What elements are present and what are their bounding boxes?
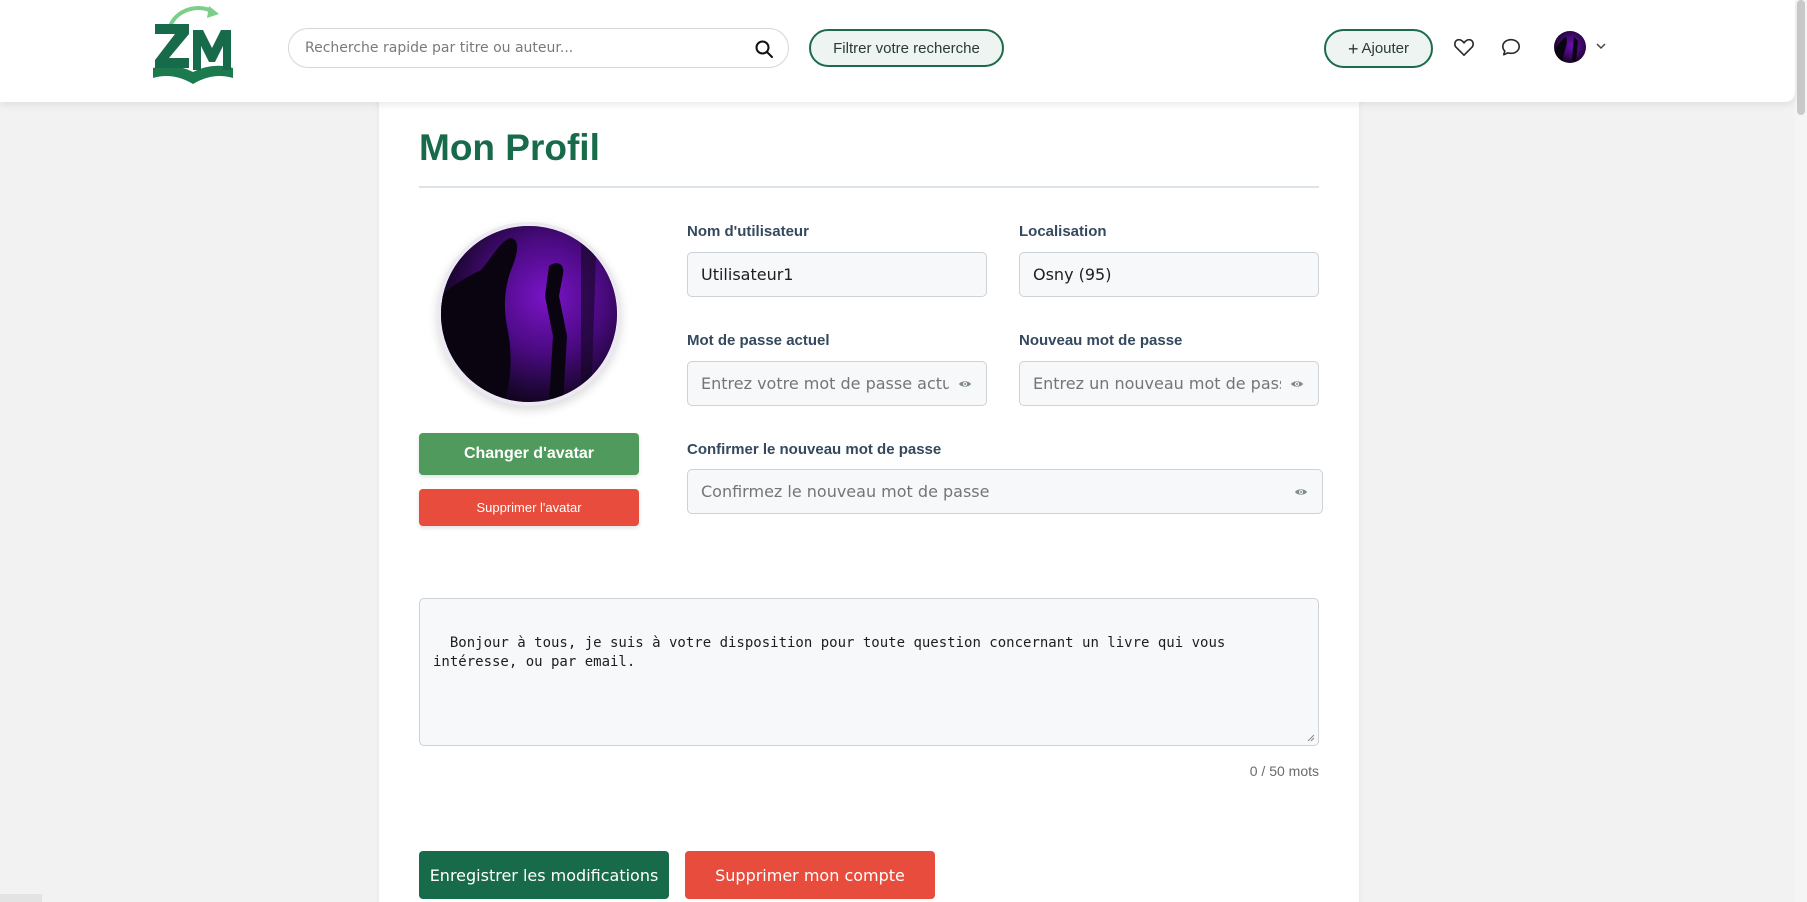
confirm-password-input[interactable] bbox=[701, 470, 1285, 513]
current-password-input[interactable] bbox=[701, 362, 949, 405]
current-password-field-box bbox=[687, 361, 987, 406]
username-input[interactable] bbox=[701, 253, 949, 296]
delete-account-button[interactable]: Supprimer mon compte bbox=[685, 851, 935, 899]
add-button[interactable]: + Ajouter bbox=[1324, 29, 1433, 68]
change-avatar-label: Changer d'avatar bbox=[463, 445, 595, 462]
user-avatar-menu[interactable] bbox=[1554, 31, 1586, 63]
heart-icon[interactable] bbox=[1453, 37, 1475, 57]
eye-icon[interactable] bbox=[1294, 485, 1308, 499]
plus-icon: + bbox=[1347, 38, 1359, 59]
top-navbar: Filtrer votre recherche + Ajouter bbox=[0, 0, 1795, 102]
search-icon[interactable] bbox=[754, 39, 774, 59]
search-input[interactable] bbox=[305, 29, 735, 67]
save-changes-label: Enregistrer les modifications bbox=[429, 865, 659, 885]
profile-avatar bbox=[437, 222, 621, 406]
remove-avatar-button[interactable]: Supprimer l'avatar bbox=[419, 489, 639, 526]
zgm-logo[interactable] bbox=[149, 2, 237, 86]
chevron-down-icon[interactable] bbox=[1595, 40, 1607, 52]
page-title: Mon Profil bbox=[419, 127, 600, 168]
search-bar bbox=[288, 28, 789, 68]
new-password-label: Nouveau mot de passe bbox=[1019, 332, 1183, 349]
save-changes-button[interactable]: Enregistrer les modifications bbox=[419, 851, 669, 899]
filter-search-label: Filtrer votre recherche bbox=[833, 39, 980, 57]
username-label: Nom d'utilisateur bbox=[687, 223, 809, 240]
new-password-input[interactable] bbox=[1033, 362, 1281, 405]
resize-handle-icon[interactable] bbox=[1307, 734, 1315, 742]
page-scrollbar[interactable] bbox=[1795, 0, 1807, 902]
scrollbar-thumb[interactable] bbox=[1797, 0, 1805, 115]
title-divider bbox=[419, 186, 1319, 188]
username-field-box bbox=[687, 252, 987, 297]
confirm-password-label: Confirmer le nouveau mot de passe bbox=[687, 441, 942, 458]
delete-account-label: Supprimer mon compte bbox=[715, 865, 905, 885]
location-field-box bbox=[1019, 252, 1319, 297]
remove-avatar-label: Supprimer l'avatar bbox=[476, 500, 582, 515]
current-password-label: Mot de passe actuel bbox=[687, 332, 830, 349]
chat-bubble-icon[interactable] bbox=[1500, 37, 1522, 57]
corner-tab bbox=[0, 894, 42, 902]
word-counter: 0 / 50 mots bbox=[1249, 763, 1319, 779]
location-input[interactable] bbox=[1033, 253, 1281, 296]
eye-icon[interactable] bbox=[1290, 377, 1304, 391]
new-password-field-box bbox=[1019, 361, 1319, 406]
add-button-label: Ajouter bbox=[1361, 40, 1410, 57]
change-avatar-button[interactable]: Changer d'avatar bbox=[419, 433, 639, 475]
eye-icon[interactable] bbox=[958, 377, 972, 391]
bio-textarea[interactable]: Bonjour à tous, je suis à votre disposit… bbox=[419, 598, 1319, 746]
bio-text: Bonjour à tous, je suis à votre disposit… bbox=[433, 635, 1226, 670]
location-label: Localisation bbox=[1019, 223, 1107, 240]
filter-search-button[interactable]: Filtrer votre recherche bbox=[809, 29, 1004, 67]
confirm-password-field-box bbox=[687, 469, 1323, 514]
